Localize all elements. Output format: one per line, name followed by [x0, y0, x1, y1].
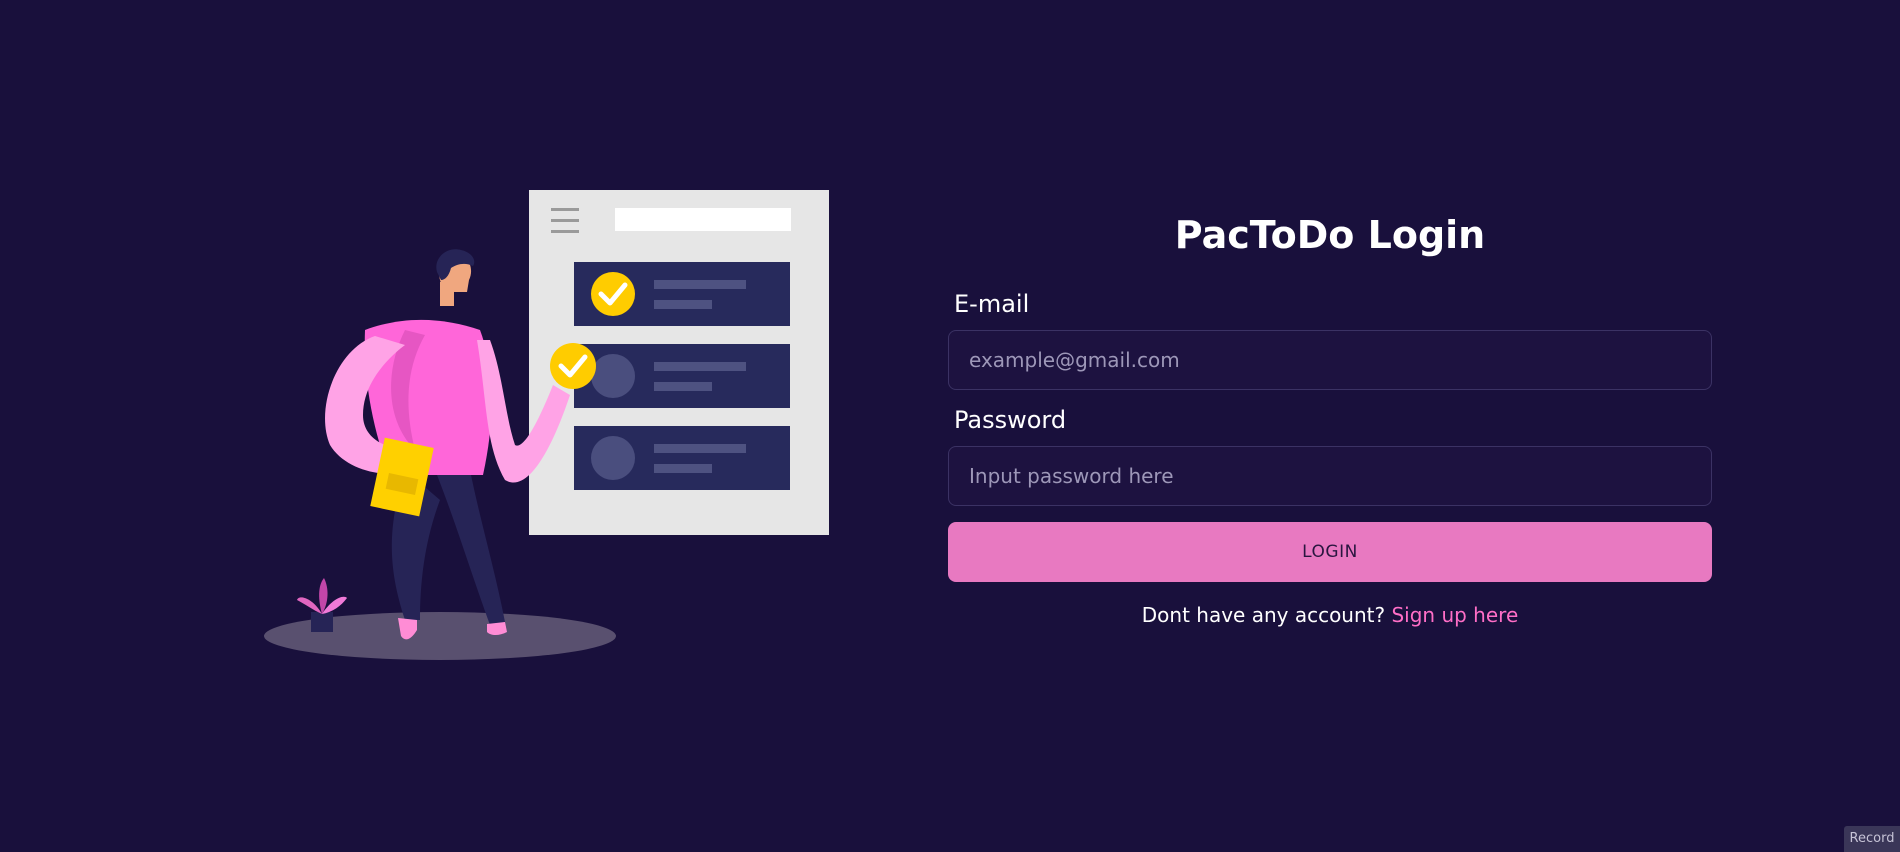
- panel-search-bar: [615, 208, 791, 231]
- record-button[interactable]: Record: [1844, 826, 1900, 852]
- login-title: PacToDo Login: [1174, 213, 1486, 257]
- signup-link[interactable]: Sign up here: [1391, 603, 1518, 627]
- todo-illustration: [255, 180, 855, 670]
- login-page: PacToDo Login E-mail Password LOGIN Dont…: [0, 0, 1900, 852]
- password-label: Password: [954, 406, 1067, 434]
- login-form: PacToDo Login E-mail Password LOGIN Dont…: [948, 212, 1712, 628]
- login-button[interactable]: LOGIN: [948, 522, 1712, 582]
- password-field[interactable]: [948, 446, 1712, 506]
- signup-row: Dont have any account? Sign up here: [948, 602, 1712, 628]
- signup-prompt: Dont have any account?: [1141, 603, 1392, 627]
- email-field[interactable]: [948, 330, 1712, 390]
- email-label: E-mail: [954, 290, 1030, 318]
